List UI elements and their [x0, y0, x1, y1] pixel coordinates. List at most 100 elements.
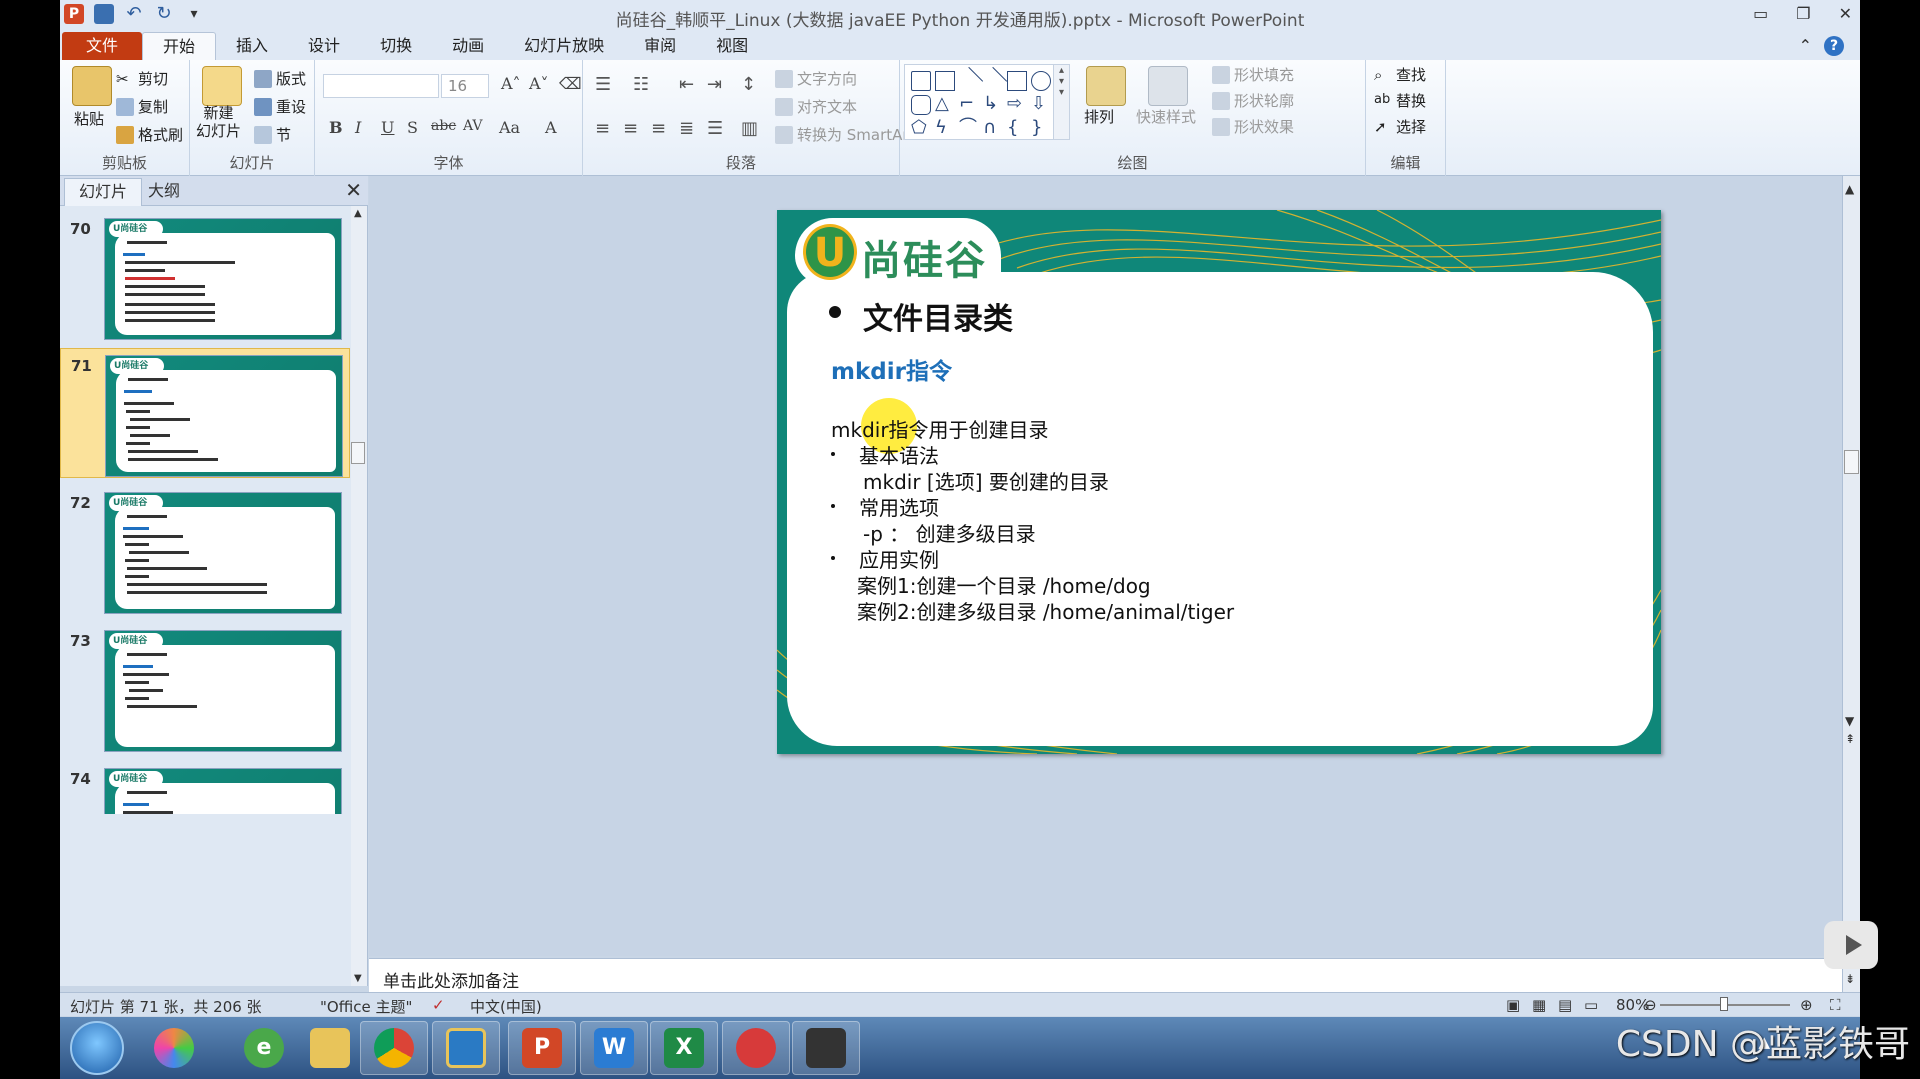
slide-line-examples-heading[interactable]: 应用实例	[859, 544, 939, 573]
taskbar-app-word[interactable]: W	[580, 1021, 648, 1075]
change-case-button[interactable]: Aa	[499, 118, 520, 137]
smartart-button[interactable]: 转换为 SmartArt	[775, 124, 914, 145]
pentagon-shape-icon[interactable]: ⬠	[911, 119, 931, 139]
tab-slideshow[interactable]: 幻灯片放映	[504, 32, 624, 60]
elbow-arrow-shape-icon[interactable]: ↳	[983, 95, 1003, 115]
arrange-button[interactable]: 排列	[1084, 106, 1114, 127]
paste-button[interactable]: 粘贴	[74, 108, 104, 129]
scroll-up-icon[interactable]: ▲	[354, 208, 362, 219]
slide-sorter-icon[interactable]: ▦	[1532, 996, 1546, 1014]
tab-outline[interactable]: 大纲	[134, 178, 194, 206]
section-button[interactable]: 节	[254, 124, 291, 145]
quick-styles-icon[interactable]	[1148, 66, 1188, 106]
tab-design[interactable]: 设计	[288, 32, 360, 60]
scroll-up-icon[interactable]: ▲	[1845, 182, 1854, 196]
layout-button[interactable]: 版式	[254, 68, 306, 89]
align-center-icon[interactable]: ≡	[623, 118, 638, 139]
tab-transitions[interactable]: 切换	[360, 32, 432, 60]
slide-line-syntax-heading[interactable]: 基本语法	[859, 440, 939, 469]
close-panel-icon[interactable]: ✕	[345, 178, 362, 202]
slide-scrollbar[interactable]: ▲ ▼ ⇞ ⇟	[1842, 176, 1860, 992]
oval-shape-icon[interactable]	[1031, 71, 1051, 91]
taskbar-app-camera[interactable]	[792, 1021, 860, 1075]
tab-insert[interactable]: 插入	[216, 32, 288, 60]
rounded-rect-shape-icon[interactable]	[911, 95, 931, 115]
normal-view-icon[interactable]: ▣	[1506, 996, 1520, 1014]
thumbnail-slide-72[interactable]: 72 U尚硅谷	[60, 486, 350, 616]
thumbnail-slide-70[interactable]: 70 U尚硅谷	[60, 212, 350, 342]
clear-format-icon[interactable]: ⌫	[559, 74, 582, 93]
distribute-icon[interactable]: ☰	[707, 118, 723, 139]
taskbar-app-photos[interactable]	[140, 1021, 208, 1075]
increase-indent-icon[interactable]: ⇥	[707, 74, 722, 95]
shrink-font-icon[interactable]: A˅	[529, 74, 549, 93]
taskbar-app-chrome[interactable]	[360, 1021, 428, 1075]
right-arrow-shape-icon[interactable]: ⇨	[1007, 95, 1027, 115]
quick-styles-button[interactable]: 快速样式	[1136, 106, 1196, 127]
taskbar-app-360[interactable]: e	[230, 1021, 298, 1075]
zoom-in-icon[interactable]: ⊕	[1800, 996, 1813, 1014]
gallery-scroll-icon[interactable]: ▴ ▾ ▾	[1053, 65, 1069, 139]
italic-button[interactable]: I	[355, 118, 361, 137]
zoom-out-icon[interactable]: ⊖	[1644, 996, 1657, 1014]
minimize-ribbon-icon[interactable]: ⌃	[1799, 36, 1812, 56]
previous-slide-icon[interactable]: ⇞	[1845, 732, 1855, 746]
cut-button[interactable]: ✂ 剪切	[116, 68, 168, 89]
font-color-button[interactable]: A	[545, 118, 557, 137]
video-play-badge-icon[interactable]	[1824, 921, 1878, 969]
scroll-down-icon[interactable]: ▼	[1845, 714, 1854, 728]
text-direction-button[interactable]: 文字方向	[775, 68, 857, 89]
theme-status[interactable]: "Office 主题"	[320, 996, 412, 1017]
shape-effects-button[interactable]: 形状效果	[1212, 116, 1294, 137]
format-painter-button[interactable]: 格式刷	[116, 124, 183, 145]
find-button[interactable]: ⌕ 查找	[1374, 64, 1426, 85]
bold-button[interactable]: B	[329, 118, 343, 137]
tab-home[interactable]: 开始	[142, 32, 217, 60]
grow-font-icon[interactable]: A˄	[501, 74, 521, 93]
slideshow-icon[interactable]: ▭	[1584, 996, 1598, 1014]
align-right-icon[interactable]: ≡	[651, 118, 666, 139]
tab-review[interactable]: 审阅	[624, 32, 696, 60]
notes-placeholder[interactable]: 单击此处添加备注	[383, 967, 519, 992]
char-spacing-button[interactable]: AV	[463, 118, 483, 134]
language-status[interactable]: 中文(中国)	[470, 996, 542, 1017]
scroll-thumb[interactable]	[351, 442, 365, 464]
vertical-textbox-shape-icon[interactable]	[935, 71, 955, 91]
slide-line-options-heading[interactable]: 常用选项	[859, 492, 939, 521]
reading-view-icon[interactable]: ▤	[1558, 996, 1572, 1014]
taskbar-app-folder[interactable]	[296, 1021, 364, 1075]
reset-button[interactable]: 重设	[254, 96, 306, 117]
columns-icon[interactable]: ▥	[741, 118, 758, 139]
select-button[interactable]: ➚ 选择	[1374, 116, 1426, 137]
align-left-icon[interactable]: ≡	[595, 118, 610, 139]
paste-icon[interactable]	[72, 66, 112, 106]
thumbnail-scrollbar[interactable]: ▲ ▼	[351, 206, 367, 986]
next-slide-icon[interactable]: ⇟	[1845, 972, 1855, 986]
slide-subtitle[interactable]: mkdir指令	[831, 352, 952, 386]
right-brace-shape-icon[interactable]: }	[1031, 119, 1051, 139]
close-icon[interactable]: ✕	[1839, 4, 1852, 23]
taskbar-app-vm[interactable]	[432, 1021, 500, 1075]
shadow-button[interactable]: S	[407, 118, 418, 137]
strikethrough-button[interactable]: abc	[431, 118, 456, 134]
slide-line-example-2[interactable]: 案例2:创建多级目录 /home/animal/tiger	[857, 596, 1234, 625]
left-brace-shape-icon[interactable]: {	[1007, 119, 1027, 139]
bullets-icon[interactable]: ☰	[595, 74, 611, 95]
textbox-shape-icon[interactable]	[911, 71, 931, 91]
arrange-icon[interactable]	[1086, 66, 1126, 106]
font-name-combo[interactable]	[323, 74, 439, 98]
rectangle-shape-icon[interactable]	[1007, 71, 1027, 91]
arc-shape-icon[interactable]: ⌒	[959, 119, 979, 139]
lightning-shape-icon[interactable]: ϟ	[935, 119, 955, 139]
start-button[interactable]	[70, 1021, 124, 1075]
taskbar-app-excel[interactable]: X	[650, 1021, 718, 1075]
scroll-down-icon[interactable]: ▼	[354, 973, 362, 984]
triangle-shape-icon[interactable]: △	[935, 95, 955, 115]
shape-fill-button[interactable]: 形状填充	[1212, 64, 1294, 85]
align-text-button[interactable]: 对齐文本	[775, 96, 857, 117]
shapes-gallery[interactable]: △ ⌐ ↳ ⇨ ⇩ ⬠ ϟ ⌒ ∩ { } ▴ ▾ ▾	[904, 64, 1070, 140]
slide-line-option-p[interactable]: -p ： 创建多级目录	[863, 518, 1036, 547]
numbering-icon[interactable]: ☷	[633, 74, 649, 95]
thumbnail-slide-71[interactable]: 71 U尚硅谷	[60, 348, 350, 478]
scroll-thumb[interactable]	[1844, 450, 1859, 474]
